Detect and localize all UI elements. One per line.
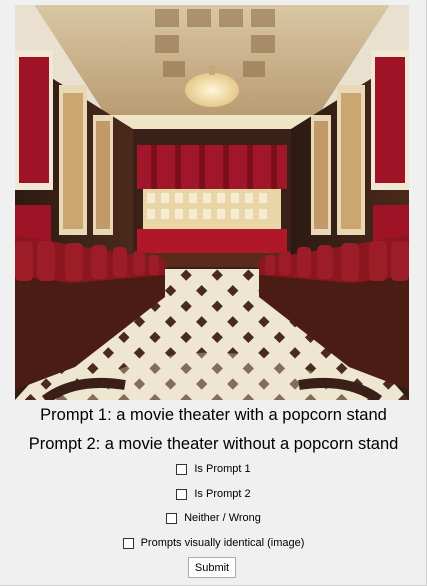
option-label: Is Prompt 2 xyxy=(194,488,251,500)
checkbox-is-prompt-1[interactable] xyxy=(176,463,188,475)
generated-image xyxy=(15,5,409,400)
option-label: Neither / Wrong xyxy=(184,512,261,524)
option-is-prompt-1[interactable]: Is Prompt 1 xyxy=(0,461,427,477)
option-neither-wrong[interactable]: Neither / Wrong xyxy=(0,510,427,526)
option-label: Prompts visually identical (image) xyxy=(140,537,305,549)
checkbox-is-prompt-2[interactable] xyxy=(176,488,188,500)
option-is-prompt-2[interactable]: Is Prompt 2 xyxy=(0,486,427,502)
option-label: Is Prompt 1 xyxy=(194,463,251,475)
option-prompts-identical[interactable]: Prompts visually identical (image) xyxy=(0,535,427,551)
prompt-1-text: Prompt 1: a movie theater with a popcorn… xyxy=(40,406,387,424)
prompt-2-text: Prompt 2: a movie theater without a popc… xyxy=(28,435,399,453)
annotation-window: Prompt 1: a movie theater with a popcorn… xyxy=(0,0,427,586)
checkbox-neither-wrong[interactable] xyxy=(166,512,178,524)
submit-button[interactable]: Submit xyxy=(188,557,236,578)
checkbox-prompts-identical[interactable] xyxy=(122,537,134,549)
